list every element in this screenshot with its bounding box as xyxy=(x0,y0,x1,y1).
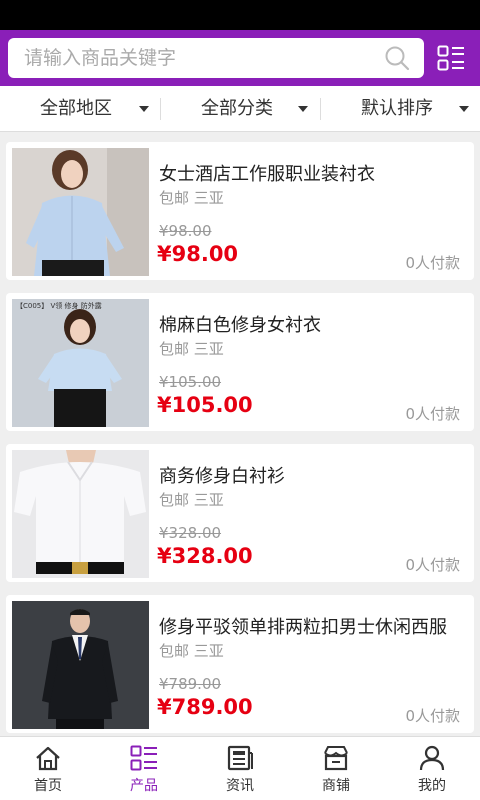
status-bar xyxy=(0,0,480,30)
bottom-tab-bar: 首页 产品 资讯 商铺 我的 xyxy=(0,736,480,800)
product-meta: 包邮 三亚 xyxy=(159,189,224,207)
current-price: ¥789.00 xyxy=(157,695,253,719)
filter-sort[interactable]: 默认排序 xyxy=(321,86,480,132)
category-menu-icon[interactable] xyxy=(437,45,465,71)
search-input[interactable]: 请输入商品关键字 xyxy=(8,38,424,78)
sales-count: 0人付款 xyxy=(405,254,460,272)
original-price: ¥328.00 xyxy=(159,524,222,542)
tab-news[interactable]: 资讯 xyxy=(192,737,288,800)
product-card[interactable]: 女士酒店工作服职业装衬衣 包邮 三亚 ¥98.00 ¥98.00 0人付款 xyxy=(6,142,474,280)
search-icon[interactable] xyxy=(384,45,410,71)
tab-label: 我的 xyxy=(418,778,446,794)
tab-home[interactable]: 首页 xyxy=(0,737,96,800)
filter-sort-label: 默认排序 xyxy=(361,98,433,119)
sales-count: 0人付款 xyxy=(405,707,460,725)
product-title[interactable]: 女士酒店工作服职业装衬衣 xyxy=(159,160,464,186)
product-card[interactable]: 商务修身白衬衫 包邮 三亚 ¥328.00 ¥328.00 0人付款 xyxy=(6,444,474,582)
chevron-down-icon xyxy=(139,106,149,112)
current-price: ¥105.00 xyxy=(157,393,253,417)
sales-count: 0人付款 xyxy=(405,556,460,574)
search-header: 请输入商品关键字 xyxy=(0,30,480,86)
product-title[interactable]: 修身平驳领单排两粒扣男士休闲西服 xyxy=(159,613,464,639)
product-image[interactable] xyxy=(12,601,149,729)
tab-label: 资讯 xyxy=(226,778,254,794)
filter-region[interactable]: 全部地区 xyxy=(0,86,160,132)
list-icon xyxy=(130,745,157,771)
current-price: ¥98.00 xyxy=(157,242,239,266)
product-card[interactable]: 修身平驳领单排两粒扣男士休闲西服 包邮 三亚 ¥789.00 ¥789.00 0… xyxy=(6,595,474,733)
filter-category[interactable]: 全部分类 xyxy=(161,86,320,132)
original-price: ¥98.00 xyxy=(159,222,212,240)
product-list: 女士酒店工作服职业装衬衣 包邮 三亚 ¥98.00 ¥98.00 0人付款 【C… xyxy=(0,132,480,736)
chevron-down-icon xyxy=(298,106,308,112)
current-price: ¥328.00 xyxy=(157,544,253,568)
original-price: ¥105.00 xyxy=(159,373,222,391)
tab-label: 商铺 xyxy=(322,778,350,794)
tab-profile[interactable]: 我的 xyxy=(384,737,480,800)
product-title[interactable]: 棉麻白色修身女衬衣 xyxy=(159,311,464,337)
original-price: ¥789.00 xyxy=(159,675,222,693)
product-image[interactable] xyxy=(12,148,149,276)
product-meta: 包邮 三亚 xyxy=(159,491,224,509)
product-title[interactable]: 商务修身白衬衫 xyxy=(159,462,464,488)
tab-label: 首页 xyxy=(34,778,62,794)
filter-bar: 全部地区 全部分类 默认排序 xyxy=(0,86,480,132)
product-meta: 包邮 三亚 xyxy=(159,340,224,358)
chevron-down-icon xyxy=(459,106,469,112)
product-meta: 包邮 三亚 xyxy=(159,642,224,660)
product-image-caption: 【C005】 V领 修身 防外露 xyxy=(16,301,102,310)
user-icon xyxy=(419,745,445,771)
news-icon xyxy=(227,745,253,771)
sales-count: 0人付款 xyxy=(405,405,460,423)
filter-category-label: 全部分类 xyxy=(201,98,273,119)
product-image[interactable] xyxy=(12,450,149,578)
tab-products[interactable]: 产品 xyxy=(96,737,192,800)
product-card[interactable]: 【C005】 V领 修身 防外露 棉麻白色修身女衬衣 包邮 三亚 ¥105.00… xyxy=(6,293,474,431)
tab-store[interactable]: 商铺 xyxy=(288,737,384,800)
home-icon xyxy=(36,746,60,771)
product-image[interactable]: 【C005】 V领 修身 防外露 xyxy=(12,299,149,427)
store-icon xyxy=(324,746,348,771)
search-placeholder: 请输入商品关键字 xyxy=(24,47,177,69)
tab-label: 产品 xyxy=(130,778,158,794)
filter-region-label: 全部地区 xyxy=(40,98,112,119)
